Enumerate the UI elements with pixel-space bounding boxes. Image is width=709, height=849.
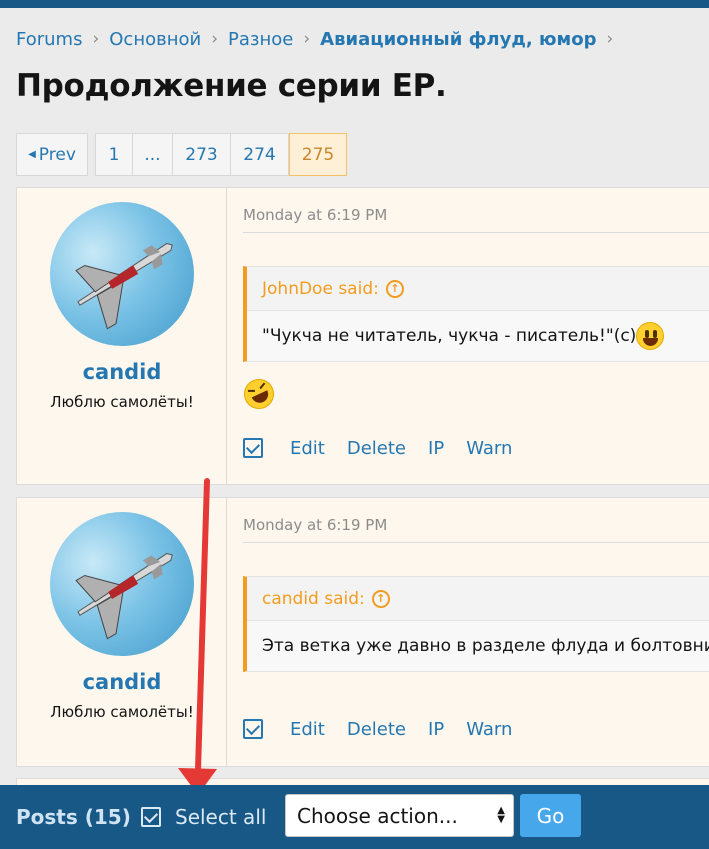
username-link[interactable]: candid (17, 670, 227, 694)
arrow-up-circle-icon[interactable]: ↑ (385, 279, 404, 298)
quote-body: "Чукча не читатель, чукча - писатель!"(c… (247, 311, 709, 361)
select-post-checkbox[interactable] (243, 719, 263, 739)
user-title: Люблю самолёты! (50, 393, 194, 411)
breadcrumb: Forums › Основной › Разное › Авиационный… (16, 26, 623, 52)
breadcrumb-forums[interactable]: Forums (16, 29, 82, 50)
post-actions: Edit Delete IP Warn (243, 717, 534, 741)
page-274-button[interactable]: 274 (231, 133, 289, 176)
airplane-avatar-image (75, 242, 173, 330)
post-actions: Edit Delete IP Warn (243, 436, 534, 460)
breadcrumb-main[interactable]: Основной (109, 29, 201, 50)
quote-text: "Чукча не читатель, чукча - писатель!"(c… (262, 326, 637, 346)
quote-header[interactable]: candid said: ↑ (247, 577, 709, 621)
action-select-value: Choose action... (297, 803, 458, 828)
airplane-avatar-image (75, 552, 173, 640)
page-ellipsis-button[interactable]: ... (133, 133, 173, 176)
page-title: Продолжение серии ЕР. (16, 68, 447, 104)
avatar[interactable] (50, 202, 194, 346)
select-all-toggle[interactable]: Select all (141, 805, 266, 829)
select-caret-icon: ▲ ▼ (497, 805, 505, 825)
quote-header[interactable]: JohnDoe said: ↑ (247, 267, 709, 311)
chevron-right-icon: › (606, 29, 614, 49)
action-select[interactable]: Choose action... ▲ ▼ (285, 794, 514, 837)
delete-link[interactable]: Delete (347, 719, 406, 740)
smiley-emoji-icon (636, 322, 665, 350)
inline-mod-bar: Posts (15) Select all Choose action... ▲… (0, 785, 709, 849)
edit-link[interactable]: Edit (290, 438, 325, 459)
pagination: 1 ... 273 274 275 (95, 133, 347, 176)
username-link[interactable]: candid (17, 360, 227, 384)
select-all-label: Select all (175, 805, 267, 829)
ip-link[interactable]: IP (428, 719, 444, 740)
divider (243, 542, 709, 543)
avatar[interactable] (50, 512, 194, 656)
page-273-button[interactable]: 273 (173, 133, 231, 176)
post: candid Люблю самолёты! Monday at 6:19 PM… (16, 187, 709, 485)
caret-left-icon: ◀ (28, 149, 36, 160)
prev-page-button[interactable]: ◀ Prev (16, 133, 88, 176)
divider (243, 232, 709, 233)
post-user-cell: candid Люблю самолёты! (17, 188, 227, 484)
rofl-emoji-icon (239, 374, 279, 414)
pagination-prev-group: ◀ Prev (16, 133, 88, 176)
delete-link[interactable]: Delete (347, 438, 406, 459)
quote-block: candid said: ↑ Эта ветка уже давно в раз… (243, 576, 709, 672)
posts-count: Posts (15) (16, 805, 131, 829)
quote-author: JohnDoe said: (262, 278, 379, 299)
prev-page-label: Prev (38, 144, 76, 165)
warn-link[interactable]: Warn (466, 438, 512, 459)
post-date-link[interactable]: Monday at 6:19 PM (243, 206, 387, 224)
breadcrumb-current-forum[interactable]: Авиационный флуд, юмор (320, 29, 596, 50)
quote-body: Эта ветка уже давно в разделе флуда и бо… (247, 621, 709, 671)
page-275-current: 275 (289, 133, 347, 176)
post-user-cell: candid Люблю самолёты! (17, 498, 227, 766)
arrow-up-circle-icon[interactable]: ↑ (371, 589, 390, 608)
quote-author: candid said: (262, 588, 365, 609)
page-1-button[interactable]: 1 (95, 133, 133, 176)
ip-link[interactable]: IP (428, 438, 444, 459)
select-all-checkbox[interactable] (141, 807, 161, 827)
user-title: Люблю самолёты! (50, 703, 194, 721)
edit-link[interactable]: Edit (290, 719, 325, 740)
post: candid Люблю самолёты! Monday at 6:19 PM… (16, 497, 709, 767)
quote-text: Эта ветка уже давно в разделе флуда и бо… (262, 636, 709, 656)
post-date-link[interactable]: Monday at 6:19 PM (243, 516, 387, 534)
quote-block: JohnDoe said: ↑ "Чукча не читатель, чукч… (243, 266, 709, 362)
breadcrumb-misc[interactable]: Разное (228, 29, 293, 50)
warn-link[interactable]: Warn (466, 719, 512, 740)
chevron-right-icon: › (211, 29, 219, 49)
go-button[interactable]: Go (520, 794, 581, 837)
chevron-right-icon: › (92, 29, 100, 49)
top-bar (0, 0, 709, 8)
chevron-right-icon: › (303, 29, 311, 49)
select-post-checkbox[interactable] (243, 438, 263, 458)
